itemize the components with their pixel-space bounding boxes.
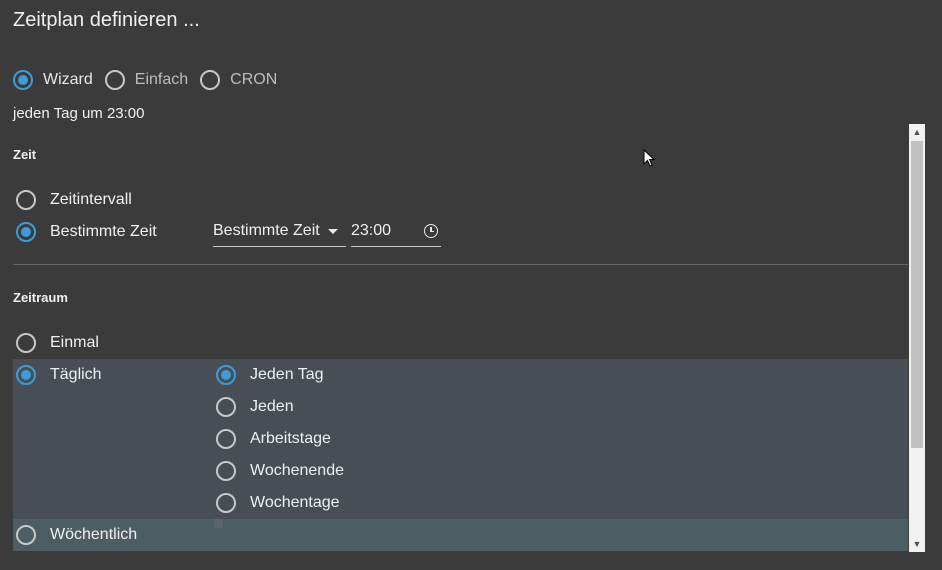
radio-unchecked-icon: [216, 493, 236, 513]
zeitintervall-label: Zeitintervall: [50, 191, 132, 208]
radio-unchecked-icon: [16, 190, 36, 210]
mode-wizard-label: Wizard: [43, 71, 93, 88]
radio-unchecked-icon: [216, 429, 236, 449]
mode-wizard-radio[interactable]: Wizard: [13, 70, 93, 90]
taeglich-label: Täglich: [50, 366, 102, 383]
daily-highlight-row: [13, 359, 908, 519]
wizard-panel[interactable]: Zeit Zeitintervall Bestimmte Zeit Bestim…: [13, 124, 908, 554]
radio-unchecked-icon: [16, 333, 36, 353]
chevron-down-icon: [327, 228, 338, 234]
jeden-tag-label: Jeden Tag: [250, 366, 324, 383]
time-input-value: 23:00: [351, 222, 392, 239]
zeitintervall-radio[interactable]: Zeitintervall: [16, 190, 132, 210]
einmal-radio[interactable]: Einmal: [16, 333, 99, 353]
time-type-select[interactable]: Bestimmte Zeit: [213, 216, 346, 247]
wochentage-radio[interactable]: Wochentage: [216, 493, 340, 513]
dialog-title: Zeitplan definieren ...: [13, 9, 200, 31]
schedule-summary: jeden Tag um 23:00: [13, 105, 145, 122]
time-type-select-value: Bestimmte Zeit: [213, 222, 320, 239]
wochenende-radio[interactable]: Wochenende: [216, 461, 344, 481]
mode-einfach-radio[interactable]: Einfach: [104, 70, 189, 90]
radio-checked-icon: [13, 70, 33, 90]
scroll-down-arrow-icon[interactable]: ▼: [909, 536, 925, 552]
clock-icon[interactable]: [424, 224, 438, 238]
wochentage-label: Wochentage: [250, 494, 340, 511]
radio-unchecked-icon: [216, 397, 236, 417]
radio-unchecked-icon: [16, 525, 36, 545]
jeden-radio[interactable]: Jeden: [216, 397, 294, 417]
radio-checked-icon: [16, 222, 36, 242]
jeden-tag-radio[interactable]: Jeden Tag: [216, 365, 324, 385]
woechentlich-label: Wöchentlich: [50, 526, 138, 543]
woechentlich-radio[interactable]: Wöchentlich: [16, 525, 137, 545]
arbeitstage-radio[interactable]: Arbeitstage: [216, 429, 331, 449]
mode-einfach-label: Einfach: [134, 71, 189, 88]
taeglich-radio[interactable]: Täglich: [16, 365, 102, 385]
radio-unchecked-icon: [216, 461, 236, 481]
weekly-highlight-row: [13, 519, 908, 551]
section-divider: [13, 264, 908, 265]
mode-cron-radio[interactable]: CRON: [200, 70, 277, 90]
radio-checked-icon: [16, 365, 36, 385]
time-input[interactable]: 23:00: [351, 216, 441, 247]
scrollbar-thumb[interactable]: [911, 141, 923, 448]
bestimmte-zeit-label: Bestimmte Zeit: [50, 223, 157, 240]
resize-handle[interactable]: [214, 519, 223, 528]
einmal-label: Einmal: [50, 334, 99, 351]
radio-checked-icon: [216, 365, 236, 385]
scroll-up-arrow-icon[interactable]: ▲: [909, 124, 925, 140]
vertical-scrollbar[interactable]: ▲ ▼: [909, 124, 925, 552]
radio-unchecked-icon: [200, 70, 221, 90]
mode-cron-label: CRON: [230, 71, 278, 88]
period-section-heading: Zeitraum: [13, 290, 68, 305]
jeden-label: Jeden: [250, 398, 294, 415]
mode-radio-group: Wizard Einfach CRON: [13, 68, 289, 92]
bestimmte-zeit-radio[interactable]: Bestimmte Zeit: [16, 222, 157, 242]
arbeitstage-label: Arbeitstage: [250, 430, 331, 447]
wochenende-label: Wochenende: [250, 462, 344, 479]
radio-unchecked-icon: [104, 70, 125, 90]
time-section-heading: Zeit: [13, 147, 37, 162]
